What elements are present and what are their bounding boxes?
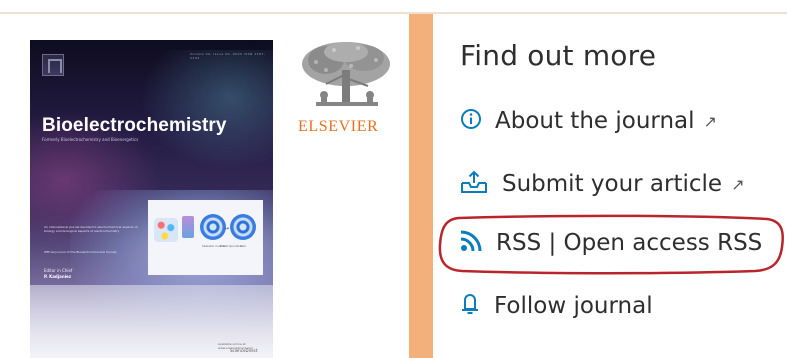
about-journal-link[interactable]: About the journal ↗ <box>460 108 717 134</box>
accent-divider-bar <box>409 14 433 358</box>
figure-arrow-icon: → <box>224 225 230 232</box>
submit-article-label: Submit your article <box>502 171 723 197</box>
upload-tray-icon <box>459 169 489 199</box>
cover-description-secondary: Official journal of the Bioelectrochemic… <box>44 250 117 254</box>
elsevier-wordmark[interactable]: ELSEVIER <box>298 118 378 136</box>
figure-sphere-illustration <box>230 214 256 240</box>
cover-description: An international journal devoted to elec… <box>44 225 138 233</box>
find-out-more-heading: Find out more <box>460 39 657 72</box>
info-circle-icon <box>460 108 482 134</box>
external-link-icon: ↗ <box>703 111 717 131</box>
cover-glow-teal <box>140 50 273 170</box>
cover-editor-label: Editor in Chief <box>44 268 73 273</box>
figure-caption: Cell <box>240 244 246 248</box>
follow-journal-label: Follow journal <box>494 293 653 319</box>
cover-editor-name: P. Kadjaniez <box>44 274 72 279</box>
cover-publisher-logo-icon <box>42 54 64 76</box>
about-journal-label: About the journal <box>495 108 695 134</box>
cover-issue-info: Volume 00, Issue 00, 0000 ISSN 1567-5394 <box>190 52 266 60</box>
cover-footer-brand: ScienceDirect <box>230 348 258 353</box>
cover-journal-title: Bioelectrochemistry <box>42 115 227 136</box>
top-divider <box>0 12 787 14</box>
figure-sphere-illustration <box>200 214 226 240</box>
bell-icon <box>459 291 481 321</box>
follow-journal-link[interactable]: Follow journal <box>459 291 653 321</box>
submit-article-link[interactable]: Submit your article ↗ <box>459 169 744 199</box>
external-link-icon: ↗ <box>731 174 745 194</box>
cover-subtitle: Formerly Bioelectrochemistry and Bioener… <box>42 137 139 142</box>
highlight-oval-annotation <box>438 214 784 275</box>
figure-cells-illustration <box>154 218 178 242</box>
elsevier-tree-logo-icon[interactable] <box>296 40 396 118</box>
journal-cover-image[interactable]: Volume 00, Issue 00, 0000 ISSN 1567-5394… <box>30 40 273 358</box>
cover-figure: → Skeletal muscle Electroporation Cell <box>148 200 263 275</box>
figure-tube-illustration <box>182 216 194 238</box>
